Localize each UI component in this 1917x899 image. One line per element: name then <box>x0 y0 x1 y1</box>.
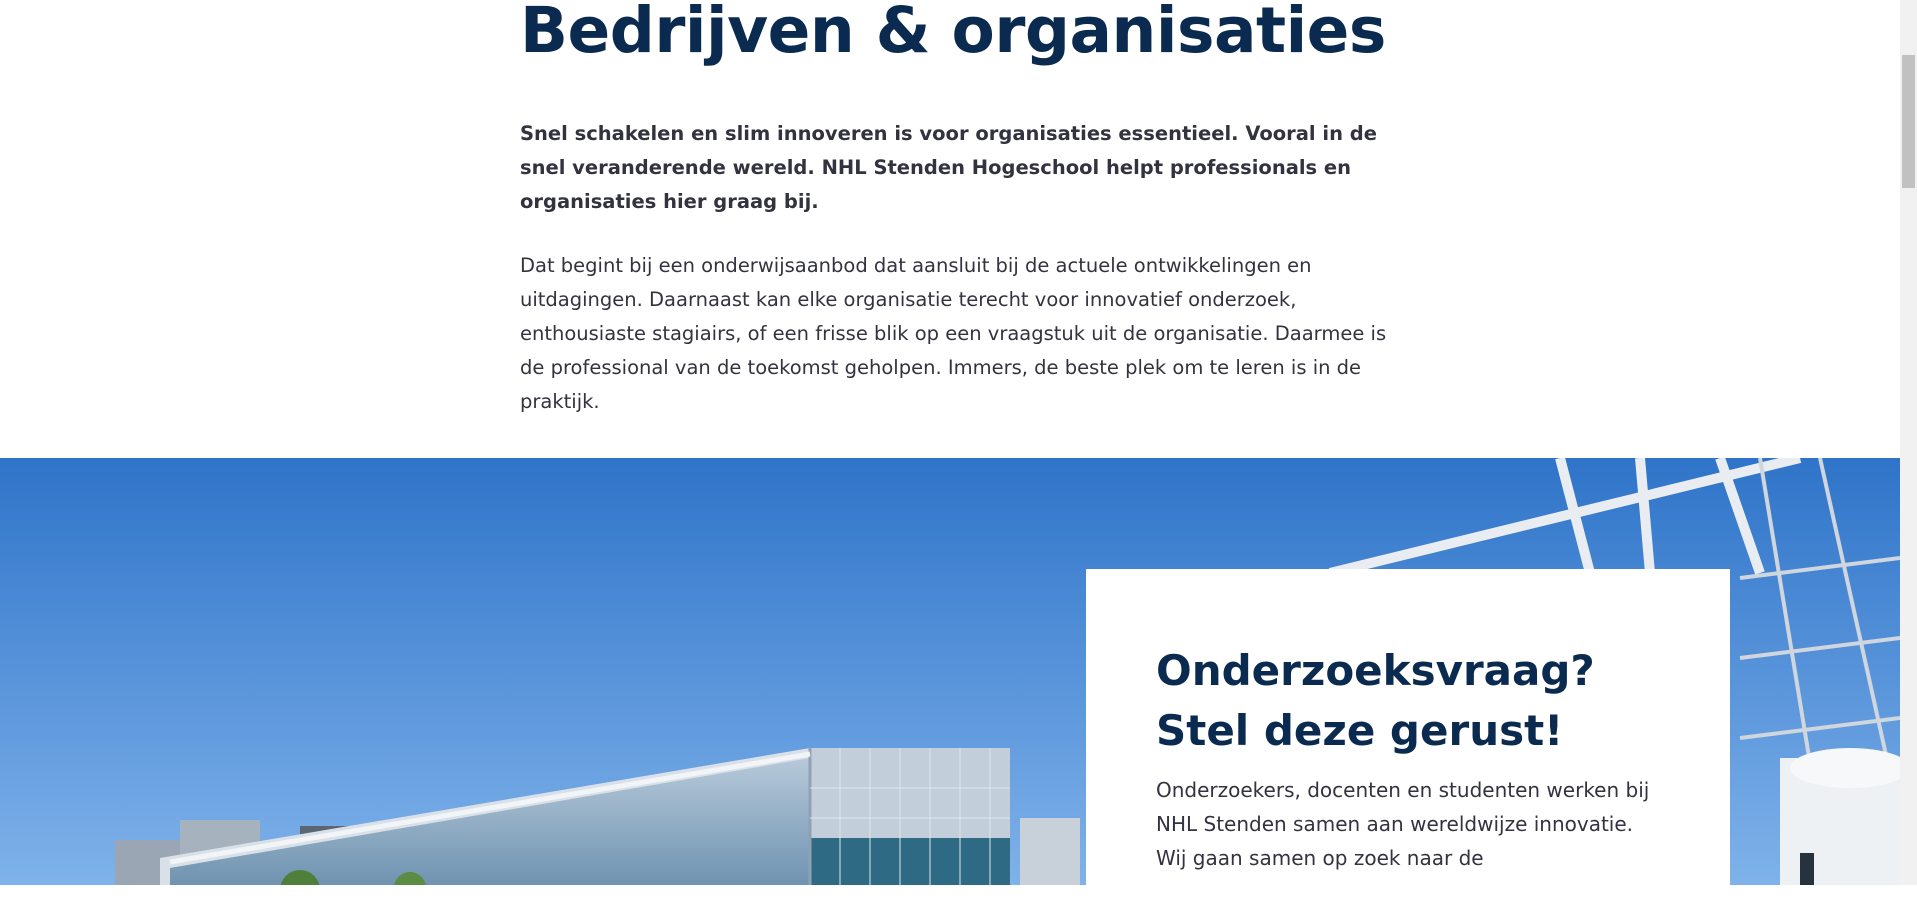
vertical-scrollbar[interactable] <box>1900 0 1917 885</box>
scrollbar-thumb[interactable] <box>1902 55 1915 188</box>
intro-paragraph: Snel schakelen en slim innoveren is voor… <box>520 122 1377 213</box>
card-title: Onderzoeksvraag? Stel deze gerust! <box>1156 646 1595 755</box>
research-question-card: Onderzoeksvraag? Stel deze gerust! Onder… <box>1086 569 1730 899</box>
body-paragraph: Dat begint bij een onderwijsaanbod dat a… <box>520 254 1387 413</box>
page-title: Bedrijven & organisaties <box>520 0 1386 67</box>
card-text: Onderzoekers, docenten en studenten werk… <box>1156 778 1650 870</box>
